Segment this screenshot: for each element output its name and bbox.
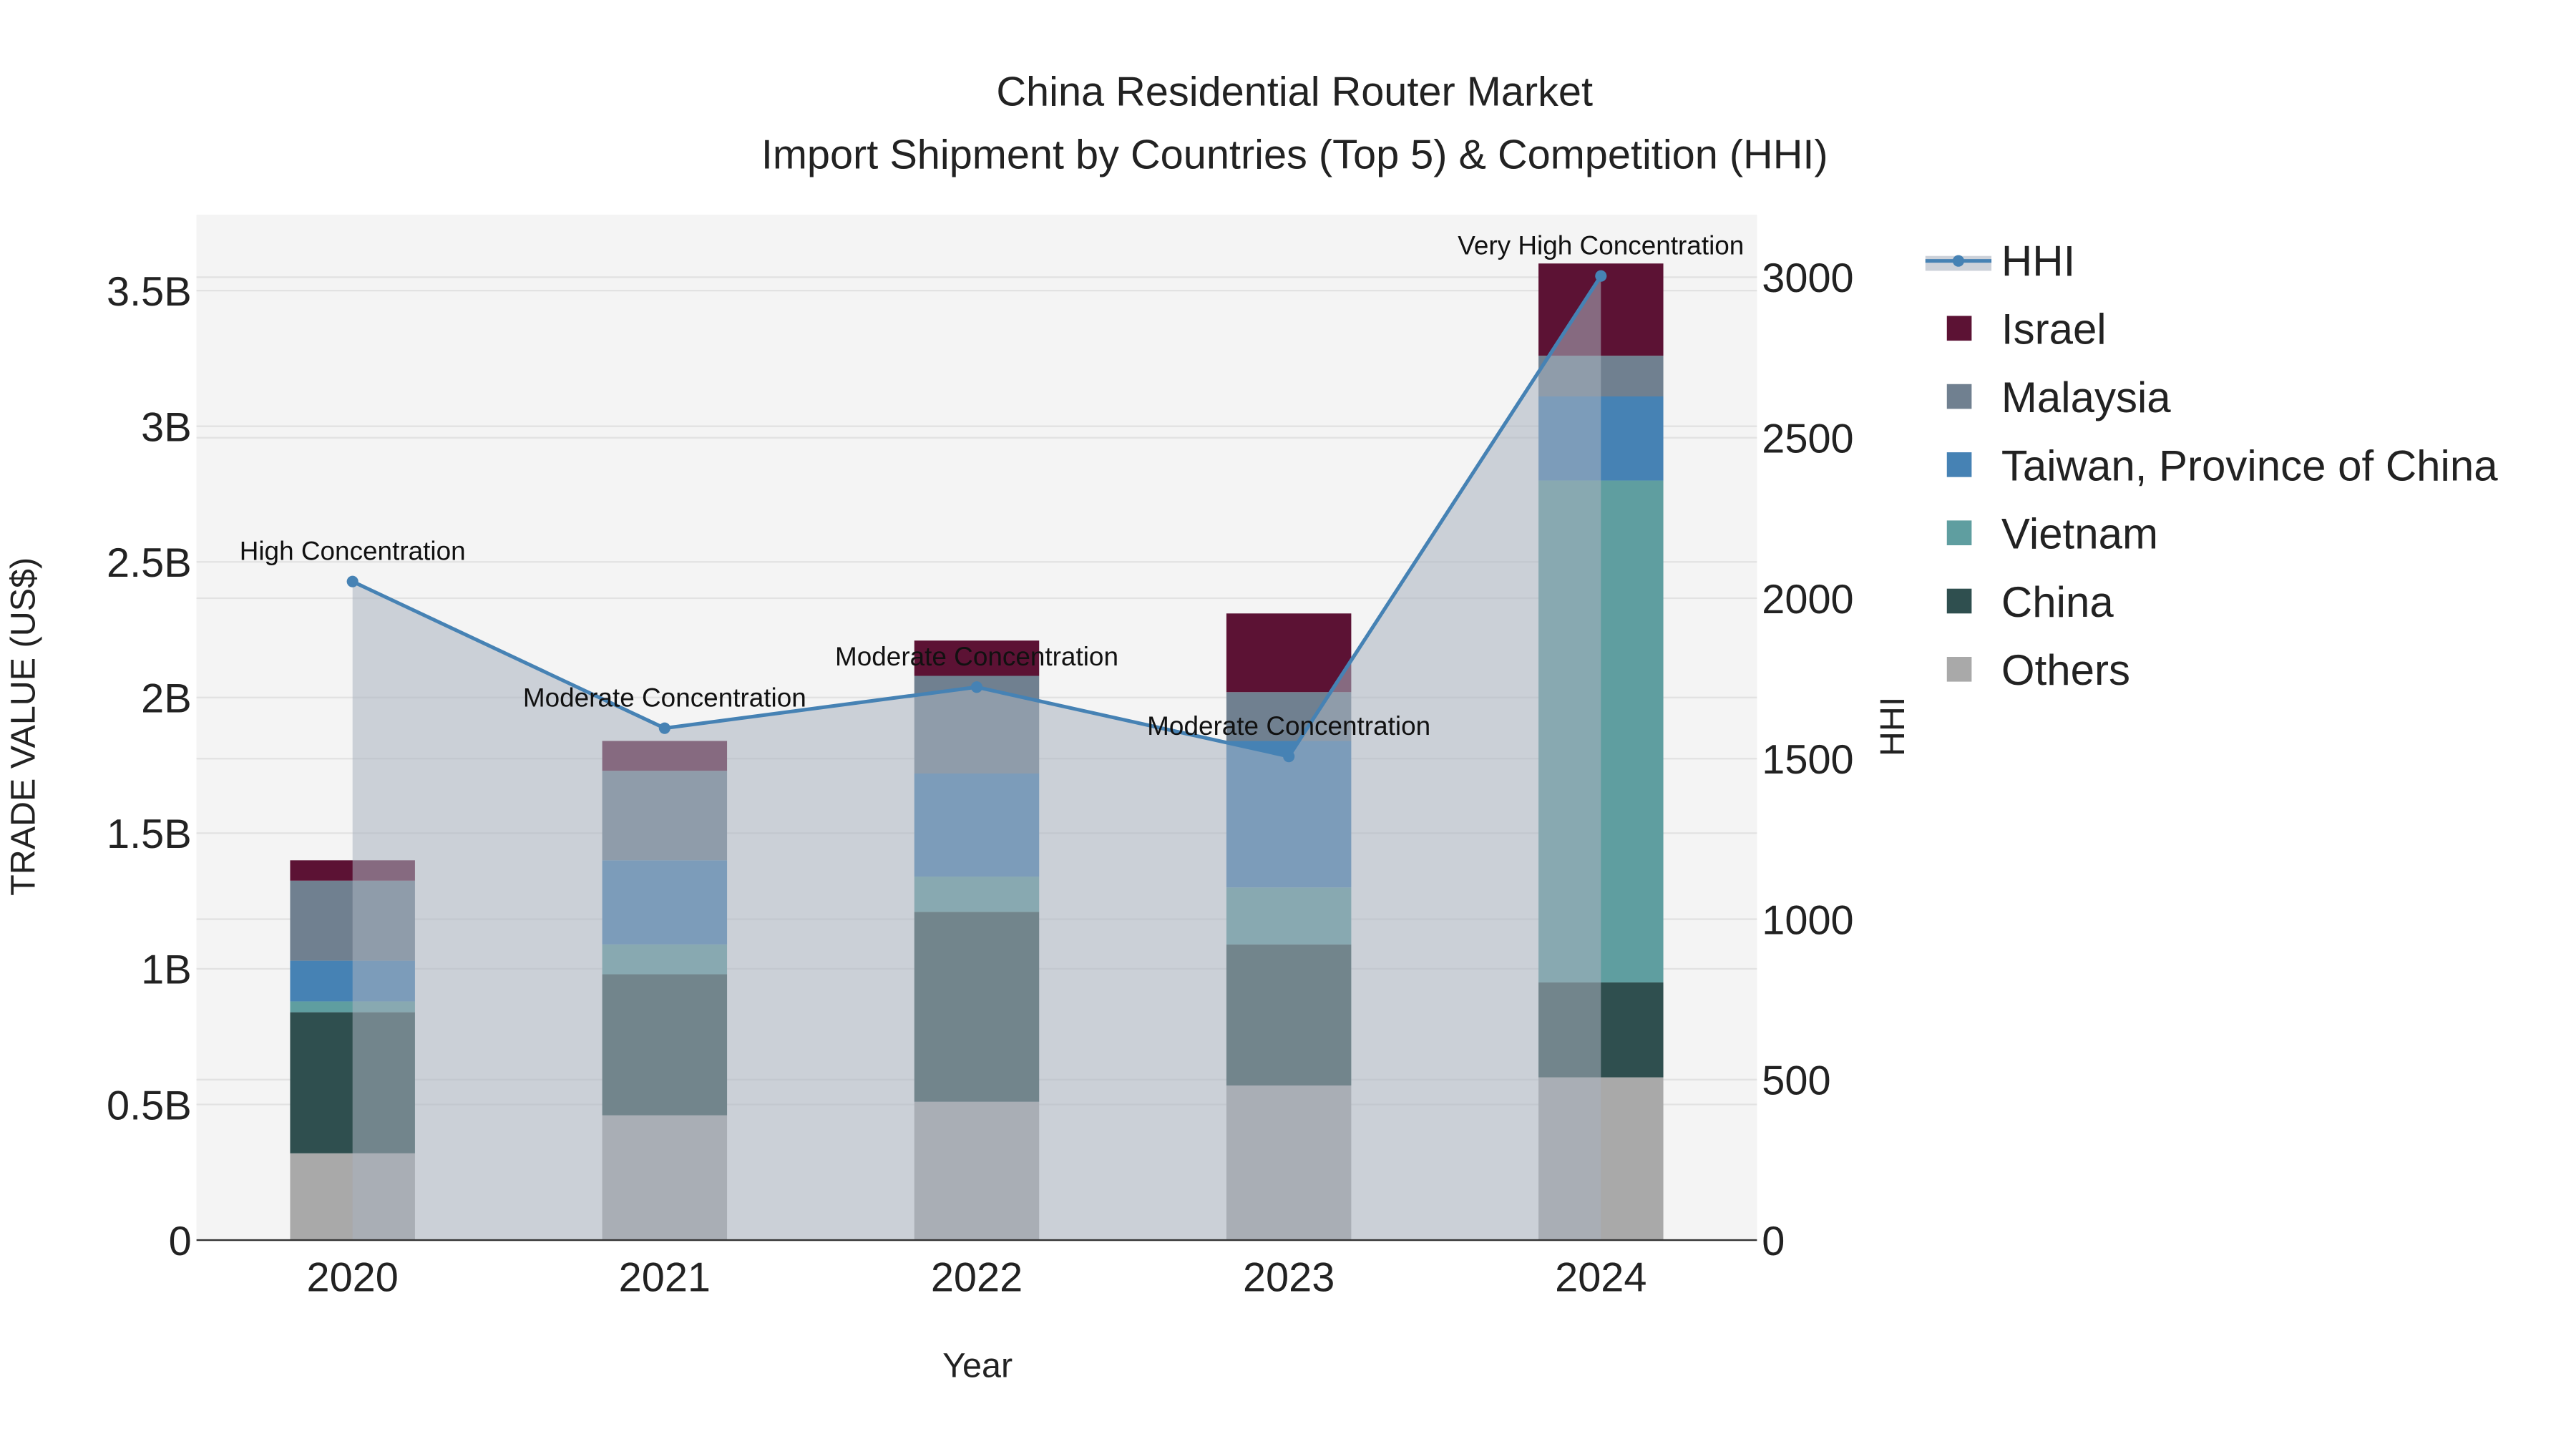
y2-tick-label: 1000: [1762, 897, 1853, 943]
legend-swatch-taiwan-province-of-china: [1946, 452, 1972, 477]
hhi-point-2024: [1595, 270, 1607, 282]
y2-axis-title: HHI: [1873, 697, 1912, 756]
hhi-annotation: Moderate Concentration: [1147, 711, 1430, 741]
legend-label-israel: Israel: [2001, 306, 2107, 353]
y2-axis-ticks: 0 500 1000 1500 2000 2500 3000: [1762, 255, 1853, 1264]
hhi-point-2020: [346, 575, 358, 587]
legend-swatch-israel: [1946, 316, 1972, 341]
x-axis-ticks: 2020 2021 2022 2023 2024: [307, 1255, 1647, 1301]
bar-israel-2023: [1226, 613, 1352, 693]
x-tick-label: 2021: [619, 1255, 711, 1301]
y-tick-label: 3.5B: [107, 269, 192, 315]
legend-swatch-vietnam: [1946, 520, 1972, 545]
y-tick-label: 1.5B: [107, 811, 192, 857]
y-tick-label: 0: [169, 1219, 192, 1264]
legend-label-china: China: [2001, 578, 2114, 626]
x-tick-label: 2023: [1243, 1255, 1335, 1301]
y-axis-ticks: 0 0.5B 1B 1.5B 2B 2.5B 3B 3.5B: [107, 269, 192, 1264]
x-tick-label: 2020: [307, 1255, 399, 1301]
hhi-point-2021: [658, 722, 670, 734]
hhi-point-2023: [1283, 751, 1295, 763]
hhi-annotation: High Concentration: [240, 537, 466, 566]
legend-swatch-hhi-marker: [1952, 255, 1964, 267]
hhi-annotation: Very High Concentration: [1458, 231, 1744, 260]
y-tick-label: 2B: [141, 676, 192, 722]
y-tick-label: 2.5B: [107, 540, 192, 586]
chart-title-line1: China Residential Router Market: [996, 69, 1593, 115]
y-tick-label: 0.5B: [107, 1083, 192, 1128]
hhi-annotation: Moderate Concentration: [835, 642, 1118, 671]
y-axis-title: TRADE VALUE (US$): [4, 557, 42, 896]
y2-tick-label: 1500: [1762, 737, 1853, 783]
y2-tick-label: 0: [1762, 1219, 1785, 1264]
chart: High Concentration Moderate Concentration…: [4, 69, 2498, 1385]
y2-tick-label: 500: [1762, 1058, 1830, 1104]
y-tick-label: 1B: [141, 947, 192, 993]
y-tick-label: 3B: [141, 404, 192, 450]
x-tick-label: 2024: [1555, 1255, 1646, 1301]
x-tick-label: 2022: [931, 1255, 1023, 1301]
hhi-annotation: Moderate Concentration: [523, 683, 806, 713]
legend-label-taiwan-province-of-china: Taiwan, Province of China: [2001, 441, 2498, 489]
y2-tick-label: 2000: [1762, 577, 1853, 623]
legend-label-malaysia: Malaysia: [2001, 374, 2171, 421]
chart-title-line2: Import Shipment by Countries (Top 5) & C…: [761, 132, 1828, 177]
legend-label-hhi: HHI: [2001, 237, 2075, 285]
legend: HHI Israel Malaysia Taiwan, Province of Chi…: [1925, 237, 2498, 694]
x-axis-title: Year: [942, 1347, 1013, 1385]
legend-swatch-malaysia: [1946, 384, 1972, 409]
legend-swatch-china: [1946, 588, 1972, 614]
legend-swatch-others: [1946, 657, 1972, 682]
y2-tick-label: 2500: [1762, 416, 1853, 462]
legend-label-vietnam: Vietnam: [2001, 510, 2158, 558]
y2-tick-label: 3000: [1762, 255, 1853, 301]
legend-label-others: Others: [2001, 646, 2130, 694]
hhi-point-2022: [970, 681, 983, 693]
